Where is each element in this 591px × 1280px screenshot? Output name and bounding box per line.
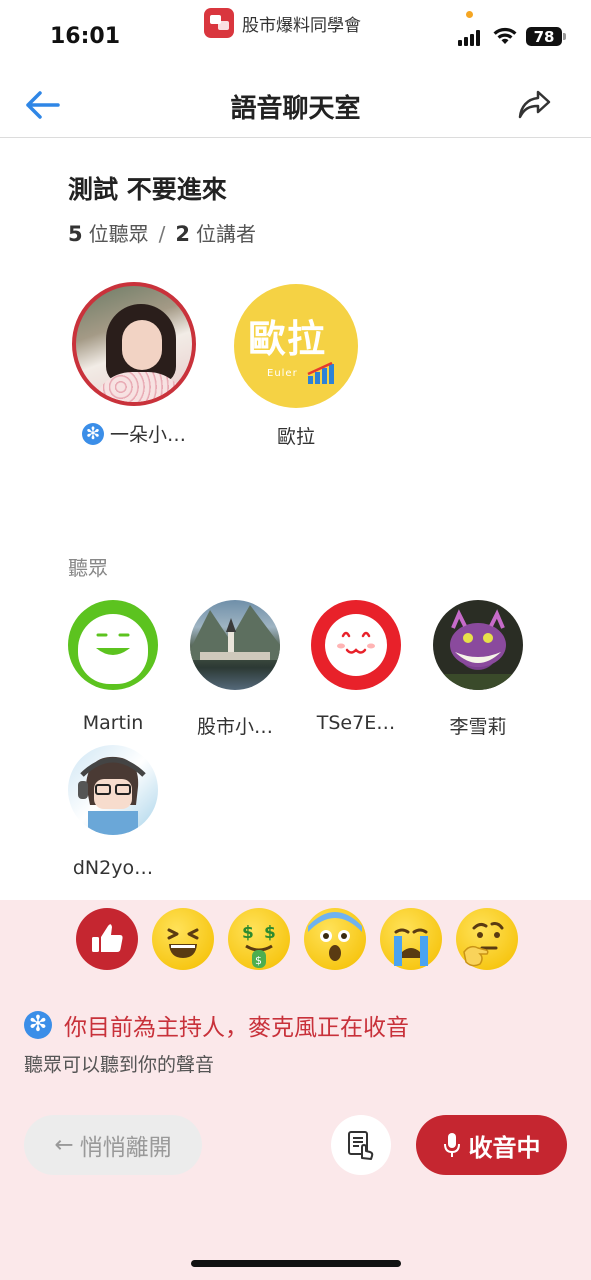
listener-name: TSe7E…	[316, 712, 396, 734]
status-time: 16:01	[50, 24, 121, 49]
listener-item[interactable]: dN2yo…	[53, 745, 173, 879]
mic-toggle-button[interactable]: 收音中	[416, 1115, 567, 1175]
app-icon	[204, 8, 234, 38]
cellular-signal-icon	[458, 30, 484, 46]
crying-emoji[interactable]	[380, 908, 442, 970]
speaker-name: 歐拉	[226, 422, 366, 449]
room-counts: 5 位聽眾 / 2 位講者	[68, 218, 256, 247]
listener-count: 5	[68, 222, 83, 246]
speaker-name-text: 一朵小…	[109, 424, 186, 446]
page-title: 語音聊天室	[230, 94, 361, 124]
speaker-name: ✻ 一朵小…	[64, 420, 204, 447]
avatar	[311, 600, 401, 690]
svg-text:$: $	[242, 923, 254, 943]
microphone-icon	[443, 1133, 460, 1157]
status-bar: 16:01 股市爆料同學會 78	[0, 0, 591, 70]
avatar	[68, 745, 158, 835]
speaker-count: 2	[175, 222, 190, 246]
money-mouth-emoji[interactable]: $ $ $	[228, 908, 290, 970]
avatar	[190, 600, 280, 690]
arrow-left-icon: ←	[54, 1132, 74, 1158]
listener-item[interactable]: Martin	[53, 600, 173, 734]
listener-name: Martin	[82, 712, 144, 734]
listener-item[interactable]: 股市小…	[175, 600, 295, 739]
reaction-bar: $ $ $	[74, 908, 524, 972]
host-status-subtext: 聽眾可以聽到你的聲音	[24, 1054, 215, 1076]
euler-logo-text: 歐拉	[248, 317, 327, 361]
laughing-emoji[interactable]	[152, 908, 214, 970]
avatar	[72, 282, 196, 406]
leave-quietly-label: 悄悄離開	[79, 1135, 172, 1161]
listener-name: 股市小…	[196, 716, 273, 738]
host-status: ✻ 你目前為主持人，麥克風正在收音	[24, 1008, 409, 1042]
host-badge-icon: ✻	[24, 1011, 52, 1039]
nav-header: 語音聊天室	[0, 70, 591, 138]
avatar	[433, 600, 523, 690]
speaker-item[interactable]: 歐拉 Euler 歐拉	[226, 284, 366, 449]
wifi-icon	[493, 27, 517, 44]
speaker-count-label: 位講者	[196, 222, 256, 246]
mic-status-label: 收音中	[468, 1133, 541, 1162]
privacy-dot-icon	[466, 11, 473, 18]
listener-name: 李雪莉	[449, 716, 507, 738]
app-name: 股市爆料同學會	[242, 15, 361, 36]
listener-item[interactable]: TSe7E…	[296, 600, 416, 734]
euler-logo-subtext: Euler	[267, 368, 298, 379]
host-status-message: 你目前為主持人，麥克風正在收音	[64, 1015, 409, 1041]
thinking-emoji[interactable]	[456, 908, 518, 970]
speaker-name-text: 歐拉	[276, 426, 315, 448]
document-hand-icon	[348, 1131, 374, 1160]
chart-logo-icon	[307, 362, 334, 384]
listener-item[interactable]: 李雪莉	[418, 600, 538, 739]
home-indicator[interactable]	[191, 1260, 401, 1267]
listener-count-label: 位聽眾	[88, 222, 149, 246]
svg-text:$: $	[264, 923, 276, 943]
svg-text:$: $	[255, 954, 262, 967]
leave-quietly-button[interactable]: ← 悄悄離開	[24, 1115, 202, 1175]
avatar: 歐拉 Euler	[234, 284, 358, 408]
battery-indicator: 78	[526, 27, 566, 46]
avatar	[68, 600, 158, 690]
listeners-section-label: 聽眾	[68, 556, 108, 580]
share-icon[interactable]	[516, 88, 552, 122]
room-title: 測試 不要進來	[68, 175, 227, 204]
thumbs-up-icon[interactable]	[76, 908, 138, 970]
host-badge-icon: ✻	[81, 422, 104, 445]
notes-button[interactable]	[331, 1115, 391, 1175]
listener-name: dN2yo…	[72, 857, 154, 879]
count-separator: /	[158, 222, 166, 246]
speaker-item[interactable]: ✻ 一朵小…	[64, 282, 204, 447]
app-indicator: 股市爆料同學會	[204, 8, 361, 38]
astonished-emoji[interactable]	[304, 908, 366, 970]
